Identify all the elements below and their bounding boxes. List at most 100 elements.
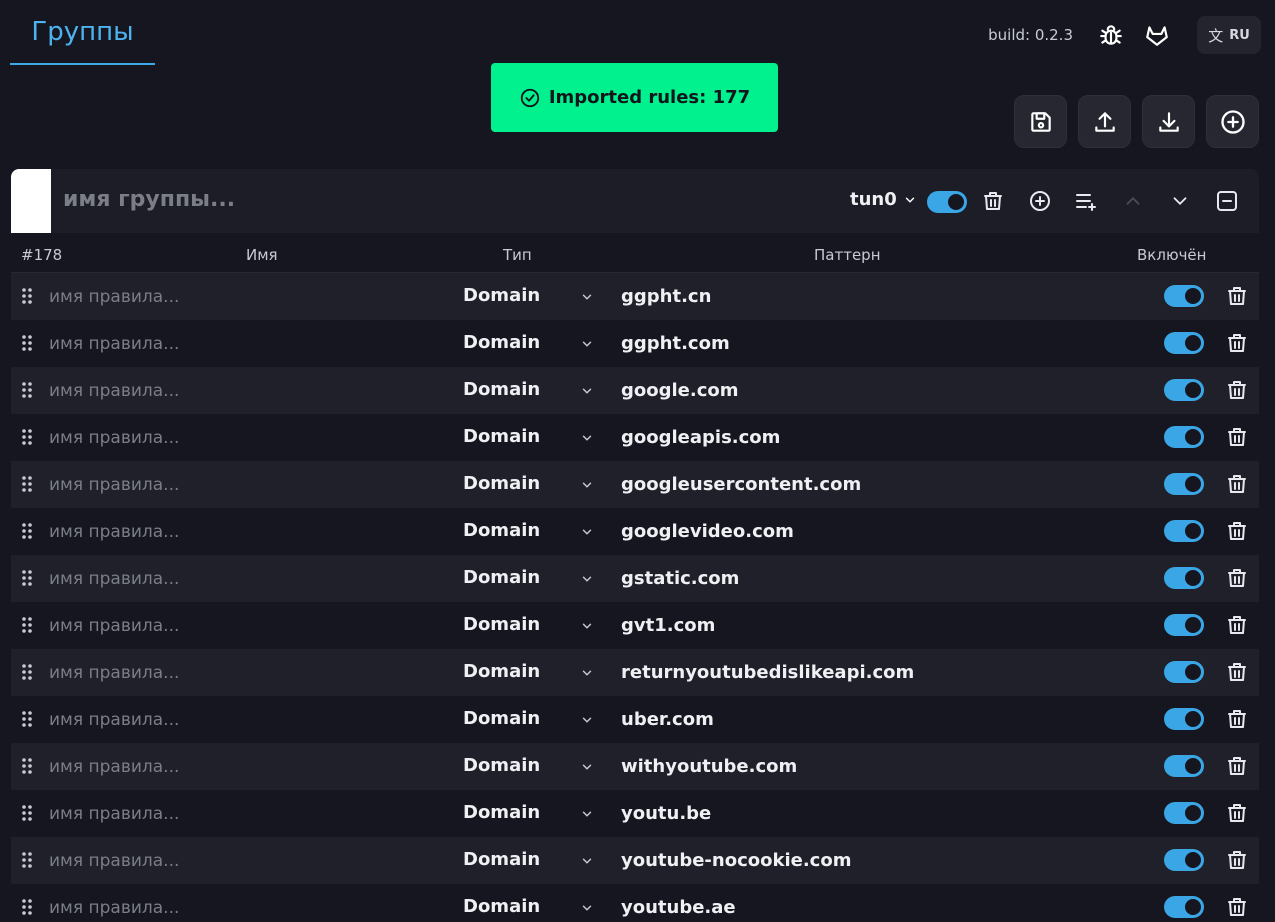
- chevron-down-icon[interactable]: [580, 572, 594, 586]
- rule-pattern-input[interactable]: gvt1.com: [621, 615, 715, 636]
- chevron-down-icon[interactable]: [580, 760, 594, 774]
- bug-icon[interactable]: [1095, 19, 1127, 51]
- rule-name-input[interactable]: имя правила...: [49, 334, 179, 354]
- move-down-button[interactable]: [1168, 189, 1192, 213]
- rule-enabled-toggle[interactable]: [1164, 332, 1204, 354]
- rule-name-input[interactable]: имя правила...: [49, 428, 179, 448]
- delete-rule-button[interactable]: [1225, 566, 1249, 590]
- rule-pattern-input[interactable]: gstatic.com: [621, 568, 739, 589]
- chevron-down-icon[interactable]: [580, 619, 594, 633]
- rule-type-select[interactable]: Domain: [463, 520, 540, 541]
- rule-enabled-toggle[interactable]: [1164, 802, 1204, 824]
- delete-rule-button[interactable]: [1225, 331, 1249, 355]
- drag-handle-icon[interactable]: [21, 428, 33, 446]
- rule-type-select[interactable]: Domain: [463, 473, 540, 494]
- chevron-down-icon[interactable]: [580, 525, 594, 539]
- tab-groups[interactable]: Группы: [10, 0, 155, 65]
- rule-pattern-input[interactable]: google.com: [621, 380, 739, 401]
- drag-handle-icon[interactable]: [21, 569, 33, 587]
- delete-rule-button[interactable]: [1225, 425, 1249, 449]
- delete-rule-button[interactable]: [1225, 848, 1249, 872]
- rule-type-select[interactable]: Domain: [463, 802, 540, 823]
- rule-name-input[interactable]: имя правила...: [49, 898, 179, 918]
- rule-pattern-input[interactable]: ggpht.com: [621, 333, 730, 354]
- chevron-down-icon[interactable]: [580, 807, 594, 821]
- rule-name-input[interactable]: имя правила...: [49, 851, 179, 871]
- rule-type-select[interactable]: Domain: [463, 614, 540, 635]
- rule-enabled-toggle[interactable]: [1164, 708, 1204, 730]
- rule-type-select[interactable]: Domain: [463, 379, 540, 400]
- drag-handle-icon[interactable]: [21, 381, 33, 399]
- rule-type-select[interactable]: Domain: [463, 661, 540, 682]
- rule-enabled-toggle[interactable]: [1164, 614, 1204, 636]
- add-rule-button[interactable]: [1028, 189, 1052, 213]
- language-button[interactable]: ⽂ RU: [1197, 16, 1261, 54]
- rule-pattern-input[interactable]: ggpht.cn: [621, 286, 711, 307]
- rule-pattern-input[interactable]: youtu.be: [621, 803, 711, 824]
- rule-name-input[interactable]: имя правила...: [49, 710, 179, 730]
- collapse-button[interactable]: [1215, 189, 1239, 213]
- drag-handle-icon[interactable]: [21, 475, 33, 493]
- drag-handle-icon[interactable]: [21, 616, 33, 634]
- rule-enabled-toggle[interactable]: [1164, 896, 1204, 918]
- bulk-add-button[interactable]: [1074, 189, 1098, 213]
- delete-rule-button[interactable]: [1225, 613, 1249, 637]
- delete-rule-button[interactable]: [1225, 519, 1249, 543]
- delete-rule-button[interactable]: [1225, 754, 1249, 778]
- chevron-down-icon[interactable]: [580, 666, 594, 680]
- rule-name-input[interactable]: имя правила...: [49, 569, 179, 589]
- chevron-down-icon[interactable]: [580, 713, 594, 727]
- drag-handle-icon[interactable]: [21, 851, 33, 869]
- rule-type-select[interactable]: Domain: [463, 708, 540, 729]
- delete-group-button[interactable]: [981, 189, 1005, 213]
- move-up-button[interactable]: [1121, 189, 1145, 213]
- drag-handle-icon[interactable]: [21, 757, 33, 775]
- chevron-down-icon[interactable]: [580, 431, 594, 445]
- rule-pattern-input[interactable]: googleusercontent.com: [621, 474, 861, 495]
- drag-handle-icon[interactable]: [21, 898, 33, 916]
- rule-type-select[interactable]: Domain: [463, 567, 540, 588]
- drag-handle-icon[interactable]: [21, 663, 33, 681]
- interface-select[interactable]: tun0: [850, 189, 917, 210]
- rule-pattern-input[interactable]: uber.com: [621, 709, 714, 730]
- rule-type-select[interactable]: Domain: [463, 332, 540, 353]
- rule-enabled-toggle[interactable]: [1164, 661, 1204, 683]
- chevron-down-icon[interactable]: [580, 290, 594, 304]
- drag-handle-icon[interactable]: [21, 710, 33, 728]
- drag-handle-icon[interactable]: [21, 334, 33, 352]
- rule-name-input[interactable]: имя правила...: [49, 287, 179, 307]
- rule-name-input[interactable]: имя правила...: [49, 381, 179, 401]
- chevron-down-icon[interactable]: [580, 478, 594, 492]
- chevron-down-icon[interactable]: [580, 901, 594, 915]
- rule-type-select[interactable]: Domain: [463, 896, 540, 917]
- rule-name-input[interactable]: имя правила...: [49, 804, 179, 824]
- rule-name-input[interactable]: имя правила...: [49, 663, 179, 683]
- download-button[interactable]: [1142, 95, 1195, 148]
- rule-type-select[interactable]: Domain: [463, 285, 540, 306]
- add-group-button[interactable]: [1206, 95, 1259, 148]
- group-name-input[interactable]: имя группы...: [63, 187, 235, 212]
- rule-enabled-toggle[interactable]: [1164, 849, 1204, 871]
- rule-pattern-input[interactable]: youtube.ae: [621, 897, 736, 918]
- rule-pattern-input[interactable]: youtube-nocookie.com: [621, 850, 851, 871]
- delete-rule-button[interactable]: [1225, 378, 1249, 402]
- rule-enabled-toggle[interactable]: [1164, 520, 1204, 542]
- delete-rule-button[interactable]: [1225, 707, 1249, 731]
- rule-name-input[interactable]: имя правила...: [49, 522, 179, 542]
- save-button[interactable]: [1014, 95, 1067, 148]
- group-enabled-toggle[interactable]: [927, 191, 967, 213]
- rule-type-select[interactable]: Domain: [463, 755, 540, 776]
- gitlab-icon[interactable]: [1141, 19, 1173, 51]
- chevron-down-icon[interactable]: [580, 384, 594, 398]
- delete-rule-button[interactable]: [1225, 660, 1249, 684]
- rule-pattern-input[interactable]: returnyoutubedislikeapi.com: [621, 662, 914, 683]
- delete-rule-button[interactable]: [1225, 284, 1249, 308]
- delete-rule-button[interactable]: [1225, 895, 1249, 919]
- drag-handle-icon[interactable]: [21, 287, 33, 305]
- upload-button[interactable]: [1078, 95, 1131, 148]
- group-color-picker[interactable]: [11, 169, 51, 233]
- rule-enabled-toggle[interactable]: [1164, 379, 1204, 401]
- rule-enabled-toggle[interactable]: [1164, 285, 1204, 307]
- rule-type-select[interactable]: Domain: [463, 426, 540, 447]
- rule-name-input[interactable]: имя правила...: [49, 757, 179, 777]
